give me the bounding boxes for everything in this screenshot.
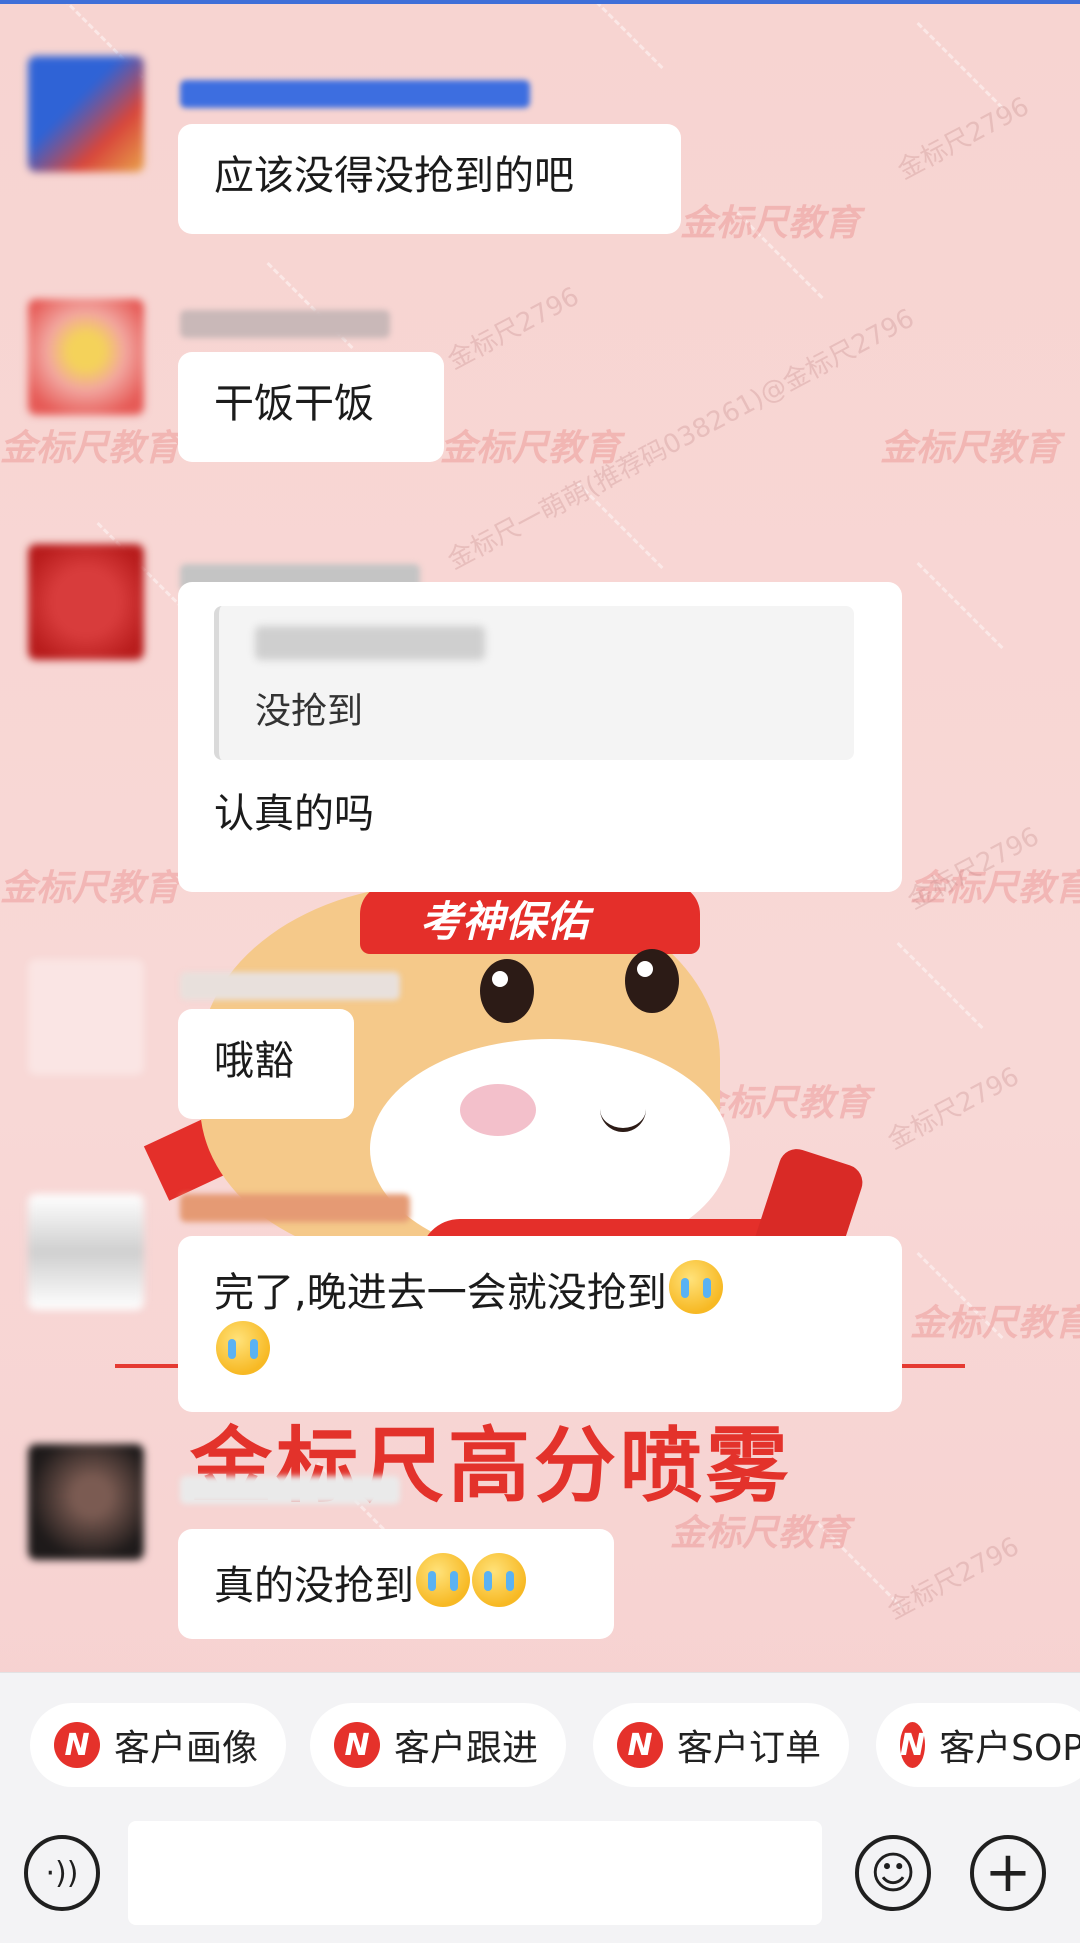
watermark-brand: 金标尺教育 <box>0 868 181 909</box>
message-bubble[interactable]: 没抢到 认真的吗 <box>178 582 902 892</box>
message-bubble[interactable]: 真的没抢到 <box>178 1529 614 1639</box>
mascot-muzzle <box>370 1039 730 1259</box>
sender-name <box>180 972 400 1000</box>
watermark-brand: 金标尺教育 <box>690 1083 871 1124</box>
watermark-brand: 金标尺教育 <box>680 203 861 244</box>
watermark-user: 金标尺2796 <box>442 281 585 376</box>
watermark-user: 金标尺2796 <box>902 821 1045 916</box>
laughing-tears-emoji-icon <box>472 1553 526 1607</box>
message-bubble[interactable]: 干饭干饭 <box>178 352 444 462</box>
sender-name <box>180 80 530 108</box>
message-bubble[interactable]: 哦豁 <box>178 1009 354 1119</box>
voice-icon: ·)) <box>45 1855 79 1891</box>
brand-n-icon: N <box>334 1722 380 1768</box>
chat-message-list[interactable]: 金标尺教育 金标尺教育 金标尺教育 金标尺教育 金标尺教育 金标尺教育 金标尺教… <box>0 4 1080 1672</box>
chat-bottom-bar: N 客户画像 N 客户跟进 N 客户订单 N 客户SOP ·)) ☺ + <box>0 1672 1080 1943</box>
avatar[interactable] <box>28 959 144 1075</box>
brand-n-icon: N <box>900 1722 926 1768</box>
brand-n-icon: N <box>617 1722 663 1768</box>
watermark-user: 金标尺2796 <box>892 91 1035 186</box>
brand-n-icon: N <box>54 1722 100 1768</box>
message-bubble[interactable]: 应该没得没抢到的吧 <box>178 124 681 234</box>
message-text: 认真的吗 <box>214 791 374 837</box>
watermark-brand: 金标尺教育 <box>880 428 1061 469</box>
message-text: 干饭干饭 <box>214 381 374 427</box>
watermark-brand: 金标尺教育 <box>0 428 181 469</box>
avatar[interactable] <box>28 56 144 172</box>
sender-name <box>180 1194 410 1222</box>
crying-emoji-icon <box>216 1321 270 1375</box>
avatar[interactable] <box>28 1444 144 1560</box>
more-actions-button[interactable]: + <box>970 1835 1046 1911</box>
quick-action-bar: N 客户画像 N 客户跟进 N 客户订单 N 客户SOP <box>30 1703 1080 1787</box>
sender-name <box>180 310 390 338</box>
mascot-eye <box>480 959 534 1023</box>
avatar[interactable] <box>28 1194 144 1310</box>
quick-action-label: 客户SOP <box>939 1728 1080 1769</box>
smiley-icon: ☺ <box>870 1847 916 1899</box>
crying-emoji-icon <box>668 1260 723 1314</box>
plus-icon: + <box>984 1840 1032 1905</box>
emoji-button[interactable]: ☺ <box>855 1835 931 1911</box>
quick-action-customer-followup[interactable]: N 客户跟进 <box>310 1703 566 1787</box>
mascot-hat <box>360 884 700 954</box>
mascot-eye <box>625 949 679 1013</box>
sender-name <box>180 1476 400 1504</box>
message-text: 哦豁 <box>214 1038 294 1084</box>
message-bubble[interactable]: 完了,晚进去一会就没抢到 <box>178 1236 902 1412</box>
message-text: 真的没抢到 <box>214 1563 414 1609</box>
avatar[interactable] <box>28 544 144 660</box>
voice-input-button[interactable]: ·)) <box>24 1835 100 1911</box>
mascot-smile <box>600 1104 646 1132</box>
avatar[interactable] <box>28 299 144 415</box>
message-text: 应该没得没抢到的吧 <box>214 153 574 199</box>
watermark-user: 金标尺2796 <box>882 1531 1025 1626</box>
quoted-message[interactable]: 没抢到 <box>214 606 854 760</box>
quick-action-customer-orders[interactable]: N 客户订单 <box>593 1703 849 1787</box>
mascot-nose <box>460 1084 536 1136</box>
watermark-user: 金标尺2796 <box>882 1061 1025 1156</box>
watermark-brand: 金标尺教育 <box>910 1303 1080 1344</box>
message-input[interactable] <box>128 1821 822 1925</box>
laughing-tears-emoji-icon <box>416 1553 470 1607</box>
quick-action-customer-profile[interactable]: N 客户画像 <box>30 1703 286 1787</box>
watermark-brand: 金标尺教育 <box>670 1513 851 1554</box>
mascot-hat-text: 考神保佑 <box>420 897 589 946</box>
watermark-referral: 金标尺一萌萌(推荐码038261)@金标尺2796 <box>442 303 920 576</box>
quick-action-label: 客户订单 <box>676 1728 821 1769</box>
chat-screen: 金标尺教育 金标尺教育 金标尺教育 金标尺教育 金标尺教育 金标尺教育 金标尺教… <box>0 0 1080 1943</box>
watermark-brand: 金标尺教育 <box>910 868 1080 909</box>
quick-action-customer-sop[interactable]: N 客户SOP <box>876 1703 1080 1787</box>
quoted-sender-name <box>255 626 485 660</box>
watermark-brand: 金标尺教育 <box>440 428 621 469</box>
quick-action-label: 客户跟进 <box>393 1728 538 1769</box>
quoted-text: 没抢到 <box>255 691 364 732</box>
quick-action-label: 客户画像 <box>113 1728 258 1769</box>
message-text: 完了,晚进去一会就没抢到 <box>214 1270 667 1316</box>
